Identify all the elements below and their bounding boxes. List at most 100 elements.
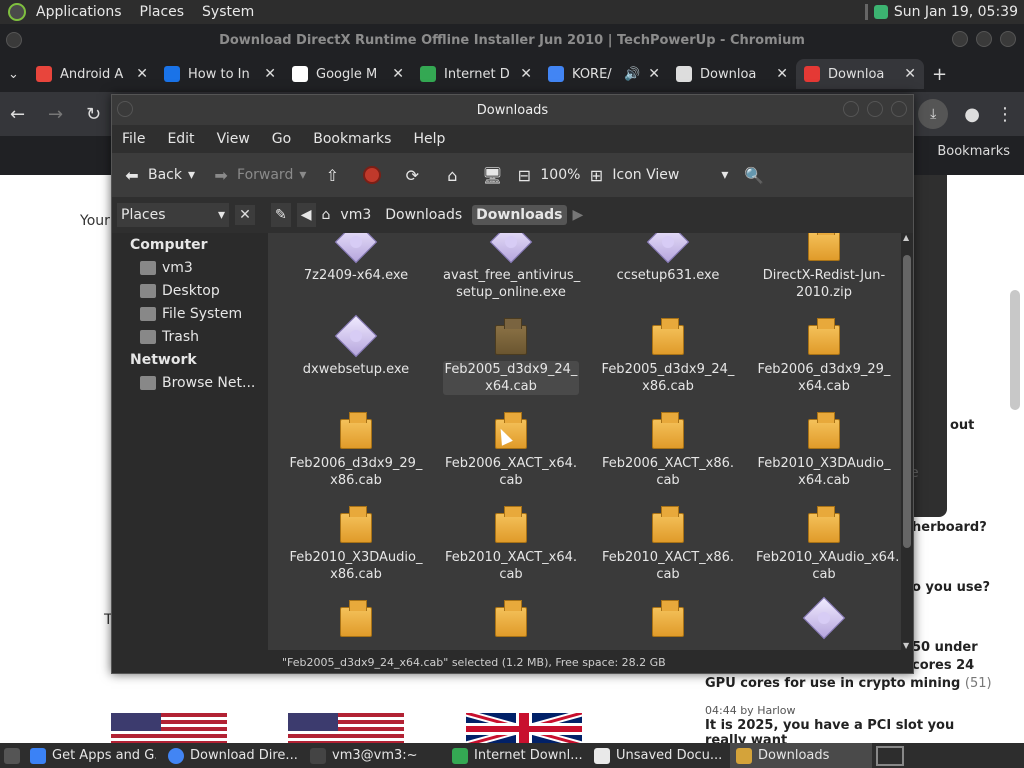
scroll-up-icon[interactable]: ▲ xyxy=(903,233,909,242)
sidebar-item-browse-network[interactable]: Browse Net... xyxy=(112,371,266,394)
file-item[interactable]: Feb2005_d3dx9_24_ x64.cab xyxy=(443,317,579,395)
forward-button[interactable]: ➡ Forward ▾ xyxy=(211,165,306,185)
new-tab-plus-icon[interactable]: + xyxy=(932,64,947,85)
reload-icon[interactable]: ⟳ xyxy=(402,165,422,185)
back-arrow-icon[interactable]: ← xyxy=(10,104,48,125)
menu-edit[interactable]: Edit xyxy=(167,131,194,147)
tab-0[interactable]: Android A ✕ xyxy=(28,59,156,89)
crumb-right-chevron-icon[interactable]: ▶ xyxy=(573,207,584,223)
sidebar-item-trash[interactable]: Trash xyxy=(112,325,266,348)
distro-logo-icon[interactable] xyxy=(8,3,26,21)
stop-button[interactable] xyxy=(362,165,382,185)
file-view-scrollbar[interactable]: ▲ ▼ xyxy=(901,233,913,650)
file-item[interactable]: Feb2010_XACT_x64. cab xyxy=(443,505,579,583)
sidebar-item-vm3[interactable]: vm3 xyxy=(112,256,266,279)
taskbar-item-2[interactable]: vm3@vm3:~ xyxy=(304,743,446,768)
file-item[interactable]: Feb2006_d3dx9_29_ x64.cab xyxy=(756,317,892,395)
all-bookmarks-link[interactable]: Bookmarks xyxy=(937,144,1010,159)
maximize-icon[interactable] xyxy=(976,31,992,47)
chevron-down-icon[interactable]: ▾ xyxy=(188,167,195,183)
speaker-icon[interactable]: 🔊 xyxy=(624,67,640,82)
sidebar-item-file-system[interactable]: File System xyxy=(112,302,266,325)
menu-help[interactable]: Help xyxy=(413,131,445,147)
page-scrollbar[interactable] xyxy=(1010,290,1020,410)
system-menu[interactable]: System xyxy=(202,4,254,20)
taskbar-item-3[interactable]: Internet Downl... xyxy=(446,743,588,768)
file-item[interactable] xyxy=(443,599,579,643)
file-item[interactable]: dxwebsetup.exe xyxy=(288,314,424,378)
file-item[interactable]: Feb2005_d3dx9_24_ x86.cab xyxy=(600,317,736,395)
headline-snippet[interactable]: herboard? xyxy=(912,520,1022,535)
view-mode-select[interactable]: Icon View ▾ xyxy=(612,167,728,183)
chevron-down-icon[interactable]: ▾ xyxy=(299,167,306,183)
back-button[interactable]: ⬅ Back ▾ xyxy=(122,165,195,185)
window-menu-icon[interactable] xyxy=(117,101,133,117)
zoom-in-icon[interactable]: ⊞ xyxy=(586,165,606,185)
file-item[interactable] xyxy=(600,599,736,643)
show-desktop-button[interactable] xyxy=(0,743,24,768)
file-item[interactable]: Feb2006_d3dx9_29_ x86.cab xyxy=(288,411,424,489)
sidebar-item-desktop[interactable]: Desktop xyxy=(112,279,266,302)
scroll-down-icon[interactable]: ▼ xyxy=(903,641,909,650)
tab-2[interactable]: Google M ✕ xyxy=(284,59,412,89)
workspace-switcher[interactable] xyxy=(876,745,904,766)
menu-go[interactable]: Go xyxy=(272,131,291,147)
file-item[interactable]: Feb2010_XAudio_x64. cab xyxy=(756,505,899,583)
file-item[interactable]: Feb2010_X3DAudio_ x64.cab xyxy=(756,411,892,489)
headline-snippet[interactable]: o you use? xyxy=(912,580,1022,595)
tab-close-icon[interactable]: ✕ xyxy=(904,66,916,82)
us-flag-icon[interactable] xyxy=(111,713,227,745)
tab-close-icon[interactable]: ✕ xyxy=(136,66,148,82)
side-pane-select[interactable]: Places ▾ xyxy=(117,203,229,227)
kebab-menu-icon[interactable]: ⋮ xyxy=(996,104,1014,125)
headline-snippet[interactable]: out xyxy=(950,418,1020,433)
network-icon[interactable] xyxy=(873,5,888,19)
file-item[interactable]: avast_free_antivirus_ setup_online.exe xyxy=(443,233,580,301)
uk-flag-icon[interactable] xyxy=(466,713,582,745)
menu-file[interactable]: File xyxy=(122,131,145,147)
file-item[interactable]: 7z2409-x64.exe xyxy=(288,233,424,284)
edit-location-icon[interactable]: ✎ xyxy=(271,203,291,227)
menu-view[interactable]: View xyxy=(217,131,250,147)
file-icon-view[interactable]: 7z2409-x64.exe avast_free_antivirus_ setu… xyxy=(268,233,901,650)
window-menu-icon[interactable] xyxy=(6,32,22,48)
zoom-out-icon[interactable]: ⊟ xyxy=(514,165,534,185)
file-item[interactable]: ccsetup631.exe xyxy=(600,233,736,284)
minimize-icon[interactable] xyxy=(843,101,859,117)
close-icon[interactable] xyxy=(1000,31,1016,47)
taskbar-item-0[interactable]: Get Apps and G... xyxy=(24,743,162,768)
up-arrow-icon[interactable]: ⇧ xyxy=(322,165,342,185)
crumb-left-chevron-icon[interactable]: ◀ xyxy=(296,203,316,227)
taskbar-item-1[interactable]: Download Dire... xyxy=(162,743,304,768)
tab-4[interactable]: KORE/ 🔊 ✕ xyxy=(540,59,668,89)
home-icon[interactable]: ⌂ xyxy=(442,165,462,185)
close-side-pane-icon[interactable]: ✕ xyxy=(235,205,255,225)
forward-arrow-icon[interactable]: → xyxy=(48,104,86,125)
close-icon[interactable] xyxy=(891,101,907,117)
places-menu[interactable]: Places xyxy=(140,4,185,20)
headline-snippet[interactable]: cores 24 xyxy=(912,658,1022,673)
crumb-downloads-parent[interactable]: Downloads xyxy=(381,205,466,225)
headline-item[interactable]: GPU cores for use in crypto mining (51) xyxy=(705,676,995,691)
computer-icon[interactable]: 🖥 xyxy=(482,165,502,185)
tab-close-icon[interactable]: ✕ xyxy=(392,66,404,82)
applications-menu[interactable]: Applications xyxy=(36,4,122,20)
file-item[interactable]: Feb2010_X3DAudio_ x86.cab xyxy=(288,505,424,583)
us-flag-icon[interactable] xyxy=(288,713,404,745)
file-item[interactable] xyxy=(288,599,424,643)
tab-5[interactable]: Downloa ✕ xyxy=(668,59,796,89)
scrollbar-thumb[interactable] xyxy=(903,255,911,548)
profile-icon[interactable]: ● xyxy=(964,104,980,125)
search-icon[interactable]: 🔍 xyxy=(744,165,764,185)
crumb-vm3[interactable]: vm3 xyxy=(336,205,375,225)
headline-snippet[interactable]: 50 under xyxy=(912,640,1022,655)
menu-bookmarks[interactable]: Bookmarks xyxy=(313,131,391,147)
file-item[interactable]: Feb2006_XACT_x86. cab xyxy=(600,411,736,489)
tab-search-chevron-down-icon[interactable]: ⌄ xyxy=(8,67,28,82)
crumb-downloads-current[interactable]: Downloads xyxy=(472,205,567,225)
downloads-icon[interactable]: ⤓ xyxy=(918,99,949,129)
tab-close-icon[interactable]: ✕ xyxy=(264,66,276,82)
tab-1[interactable]: How to In ✕ xyxy=(156,59,284,89)
tab-6[interactable]: Downloa ✕ xyxy=(796,59,924,89)
tab-close-icon[interactable]: ✕ xyxy=(520,66,532,82)
